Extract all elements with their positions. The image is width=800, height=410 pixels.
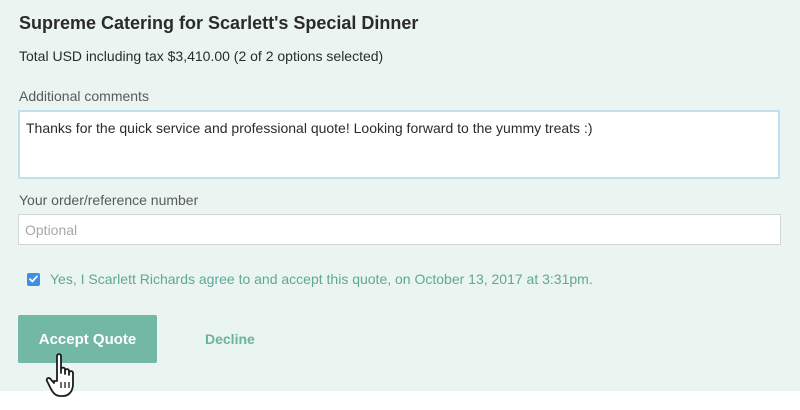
agreement-checkbox[interactable] [27, 272, 40, 286]
agreement-text: Yes, I Scarlett Richards agree to and ac… [50, 271, 593, 287]
agreement-row[interactable]: Yes, I Scarlett Richards agree to and ac… [27, 271, 593, 287]
quote-total: Total USD including tax $3,410.00 (2 of … [19, 48, 384, 64]
accept-quote-button[interactable]: Accept Quote [18, 315, 157, 363]
comments-label: Additional comments [19, 88, 149, 104]
reference-input[interactable] [18, 214, 781, 245]
checkmark-icon [29, 275, 38, 283]
quote-acceptance-panel: Supreme Catering for Scarlett's Special … [0, 0, 800, 391]
decline-link[interactable]: Decline [205, 331, 255, 347]
comments-textarea[interactable]: Thanks for the quick service and profess… [18, 110, 780, 179]
reference-label: Your order/reference number [19, 192, 199, 208]
quote-title: Supreme Catering for Scarlett's Special … [19, 13, 419, 33]
